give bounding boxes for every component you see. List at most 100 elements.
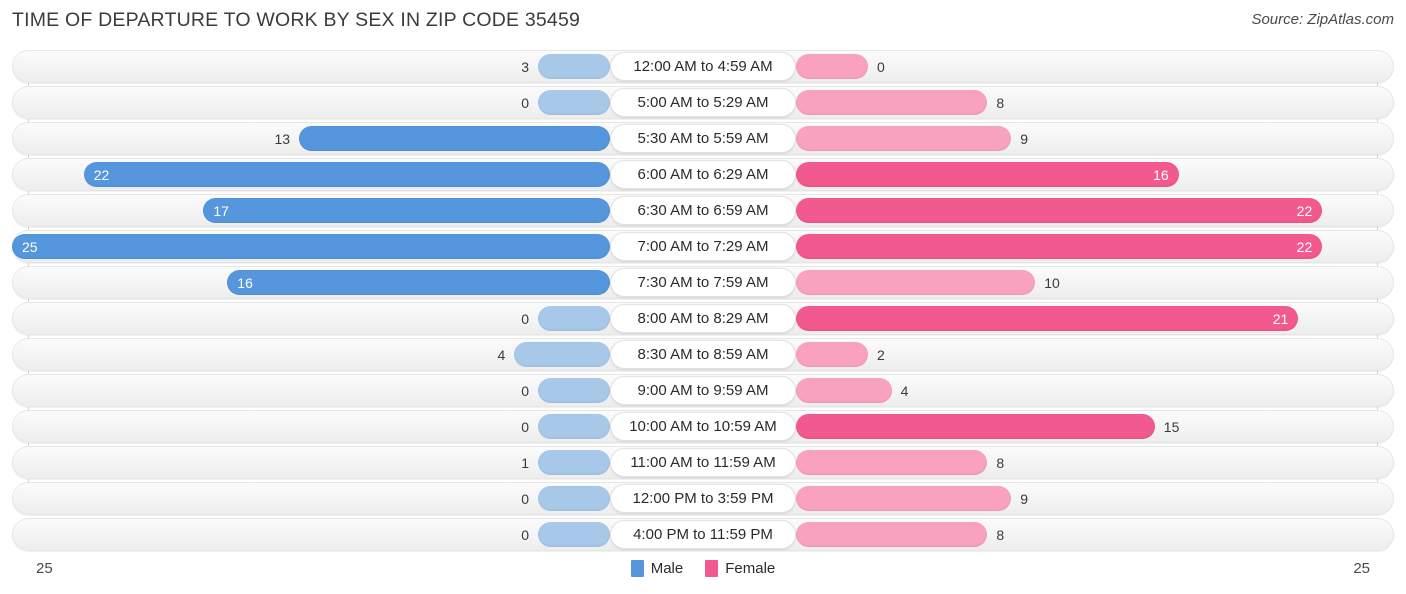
legend-swatch-male-icon [630,560,644,577]
female-half: 0 [796,50,1394,83]
male-half: 3 [12,50,610,83]
male-bar[interactable]: 17 [203,198,610,223]
male-bar[interactable] [538,414,610,439]
female-half: 16 [796,158,1394,191]
female-half: 9 [796,482,1394,515]
category-label: 5:30 AM to 5:59 AM [610,124,796,153]
male-value-label: 3 [521,58,529,75]
male-value-label: 17 [213,202,229,219]
female-value-label: 9 [1020,490,1029,507]
chart-page: TIME OF DEPARTURE TO WORK BY SEX IN ZIP … [0,0,1406,594]
legend: Male Female [0,560,1406,577]
category-label: 12:00 PM to 3:59 PM [610,484,796,513]
table-row: 0 21 8:00 AM to 8:29 AM [0,302,1406,335]
legend-label-male: Male [650,560,684,577]
male-bar[interactable] [538,450,610,475]
male-value-label: 0 [521,94,529,111]
female-bar[interactable] [796,378,892,403]
category-label: 8:00 AM to 8:29 AM [610,304,796,333]
female-half: 8 [796,86,1394,119]
chart-header: TIME OF DEPARTURE TO WORK BY SEX IN ZIP … [0,0,1406,44]
female-value-label: 4 [900,382,909,399]
category-label: 5:00 AM to 5:29 AM [610,88,796,117]
female-half: 4 [796,374,1394,407]
male-value-label: 4 [497,346,506,363]
legend-swatch-female-icon [705,560,719,577]
male-value-label: 0 [521,526,529,543]
male-value-label: 0 [521,382,529,399]
table-row: 0 15 10:00 AM to 10:59 AM [0,410,1406,443]
male-half: 1 [12,446,610,479]
female-half: 21 [796,302,1394,335]
female-bar[interactable] [796,414,1155,439]
female-half: 22 [796,230,1394,263]
table-row: 0 4 9:00 AM to 9:59 AM [0,374,1406,407]
male-half: 0 [12,410,610,443]
female-bar[interactable] [796,522,988,547]
male-value-label: 0 [521,490,529,507]
male-bar[interactable] [538,306,610,331]
female-half: 15 [796,410,1394,443]
female-half: 10 [796,266,1394,299]
female-bar[interactable] [796,126,1012,151]
category-label: 7:30 AM to 7:59 AM [610,268,796,297]
legend-label-female: Female [725,560,776,577]
male-half: 22 [12,158,610,191]
male-half: 4 [12,338,610,371]
chart-footer: 25 25 Male Female [0,556,1406,594]
female-half: 8 [796,446,1394,479]
male-value-label: 25 [22,238,38,255]
female-bar[interactable]: 22 [796,198,1323,223]
male-value-label: 16 [237,274,253,291]
category-label: 6:00 AM to 6:29 AM [610,160,796,189]
female-value-label: 10 [1044,274,1060,291]
male-bar[interactable] [299,126,610,151]
male-half: 16 [12,266,610,299]
male-bar[interactable] [538,90,610,115]
female-value-label: 8 [996,94,1005,111]
male-bar[interactable] [538,378,610,403]
table-row: 0 8 4:00 PM to 11:59 PM [0,518,1406,551]
male-bar[interactable] [538,54,610,79]
female-value-label: 21 [1272,310,1289,327]
male-bar[interactable] [538,522,610,547]
category-label: 11:00 AM to 11:59 AM [610,448,796,477]
category-label: 12:00 AM to 4:59 AM [610,52,796,81]
category-label: 7:00 AM to 7:29 AM [610,232,796,261]
table-row: 16 10 7:30 AM to 7:59 AM [0,266,1406,299]
female-bar[interactable] [796,450,988,475]
female-half: 8 [796,518,1394,551]
female-value-label: 2 [877,346,885,363]
female-value-label: 9 [1020,130,1029,147]
female-bar[interactable] [796,486,1012,511]
female-value-label: 22 [1296,202,1313,219]
female-bar[interactable]: 21 [796,306,1299,331]
table-row: 4 2 8:30 AM to 8:59 AM [0,338,1406,371]
male-half: 17 [12,194,610,227]
legend-item-male[interactable]: Male [630,560,684,577]
page-title: TIME OF DEPARTURE TO WORK BY SEX IN ZIP … [12,9,581,31]
female-bar[interactable] [796,90,988,115]
male-value-label: 1 [521,454,529,471]
male-bar[interactable]: 16 [227,270,610,295]
table-row: 3 0 12:00 AM to 4:59 AM [0,50,1406,83]
female-bar[interactable]: 22 [796,234,1323,259]
female-bar[interactable] [796,54,868,79]
male-value-label: 0 [521,310,529,327]
female-bar[interactable] [796,342,868,367]
male-half: 25 [12,230,610,263]
male-bar[interactable]: 22 [83,162,610,187]
female-value-label: 8 [996,526,1005,543]
male-bar[interactable] [538,486,610,511]
female-half: 9 [796,122,1394,155]
female-bar[interactable] [796,270,1036,295]
male-bar[interactable]: 25 [12,234,610,259]
category-label: 8:30 AM to 8:59 AM [610,340,796,369]
legend-item-female[interactable]: Female [705,560,775,577]
male-value-label: 0 [521,418,529,435]
female-half: 2 [796,338,1394,371]
female-bar[interactable]: 16 [796,162,1179,187]
male-bar[interactable] [514,342,610,367]
male-half: 0 [12,518,610,551]
category-label: 9:00 AM to 9:59 AM [610,376,796,405]
